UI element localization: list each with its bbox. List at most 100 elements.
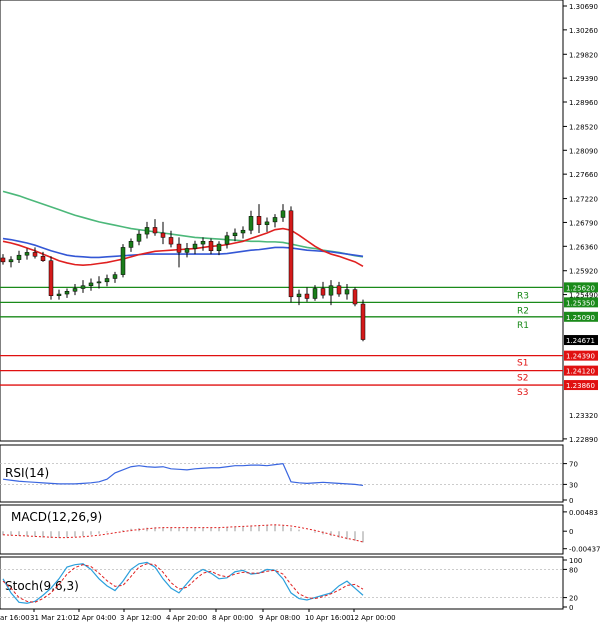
- candle-body: [312, 288, 318, 299]
- level-name-r1: R1: [517, 321, 529, 331]
- macd-title: MACD(12,26,9): [11, 510, 102, 524]
- time-tick-label: 2 Apr 04:00: [75, 614, 116, 622]
- macd-tick-label: -0.004377: [569, 546, 600, 554]
- candle-body: [48, 260, 54, 296]
- candle-body: [328, 285, 334, 296]
- candle-body: [120, 247, 126, 275]
- candle-body: [40, 256, 46, 261]
- candle-body: [232, 232, 238, 237]
- candle-body: [160, 232, 166, 238]
- candle-body: [144, 227, 150, 235]
- time-tick-label: 3 Apr 12:00: [120, 614, 161, 622]
- macd-tick-label: 0: [569, 528, 573, 536]
- candle-body: [192, 243, 198, 249]
- chart-window: 1.30690 1.30260 1.29820 1.29390 1.28960 1.285…: [0, 0, 600, 622]
- rsi-title: RSI(14): [5, 466, 49, 480]
- candle-body: [224, 235, 230, 245]
- candle-body: [24, 252, 30, 256]
- candle-body: [272, 217, 278, 223]
- candle-body: [184, 248, 190, 253]
- price-tick-label: 1.30260: [569, 27, 598, 35]
- level-name-r3: R3: [517, 291, 529, 301]
- price-axis: 1.30690 1.30260 1.29820 1.29390 1.28960 1.285…: [563, 3, 598, 444]
- level-price-label: 1.24390: [566, 353, 595, 361]
- time-tick-label: 31 Mar 21:01: [30, 614, 77, 622]
- level-name-s3: S3: [517, 388, 528, 398]
- price-tick-label: 1.26790: [569, 219, 598, 227]
- price-tick-label: 1.27220: [569, 196, 598, 204]
- candle-body: [80, 285, 86, 289]
- level-name-s2: S2: [517, 374, 528, 384]
- candle-body: [248, 216, 254, 231]
- time-tick-label: 4 Apr 20:00: [166, 614, 207, 622]
- time-axis: Mar 16:0031 Mar 21:012 Apr 04:00 3 Apr 12…: [0, 609, 396, 622]
- candle-body: [168, 237, 174, 245]
- price-plot-area: [0, 0, 564, 442]
- candle-body: [128, 241, 134, 248]
- price-tick-label: 1.30690: [569, 3, 598, 11]
- level-price-label: 1.25620: [566, 284, 595, 292]
- price-tick-label: 1.23320: [569, 412, 598, 420]
- macd-tick-label: 0.00483: [569, 509, 598, 517]
- price-tick-label: 1.29820: [569, 51, 598, 59]
- candle-body: [8, 259, 14, 263]
- level-price-label: 1.23860: [566, 382, 595, 390]
- price-tick-label: 1.25920: [569, 268, 598, 276]
- level-name-s1: S1: [517, 359, 528, 369]
- candle-body: [64, 291, 70, 295]
- candle-body: [176, 243, 182, 253]
- time-tick-label: Mar 16:00: [0, 614, 30, 622]
- price-tick-label: 1.28520: [569, 123, 598, 131]
- rsi-tick-label: 30: [569, 481, 578, 489]
- candle-body: [88, 282, 94, 286]
- price-tick-label: 1.27660: [569, 171, 598, 179]
- level-price-label: 1.25090: [566, 314, 595, 322]
- price-tick-label: 1.28090: [569, 147, 598, 155]
- candle-body: [0, 257, 6, 263]
- candle-body: [152, 227, 158, 234]
- rsi-tick-label: 0: [569, 497, 573, 505]
- candle-body: [72, 288, 78, 292]
- candle-body: [336, 285, 342, 295]
- candle-body: [216, 243, 222, 251]
- candle-body: [264, 221, 270, 225]
- candle-body: [304, 293, 310, 299]
- stoch-tick-label: 0: [569, 604, 573, 612]
- price-tick-label: 1.22890: [569, 436, 598, 444]
- price-tick-label: 1.28960: [569, 99, 598, 107]
- macd-panel: MACD(12,26,9) 0.00483 0 -0.004377: [0, 504, 600, 555]
- price-axis-labels: 1.25620 1.25350 1.25090 1.24390 1.24120 1.238…: [564, 282, 598, 391]
- stoch-panel: Stoch(9,6,3) 10080 200: [0, 556, 582, 612]
- level-name-r2: R2: [517, 306, 529, 316]
- stoch-tick-label: 100: [569, 557, 582, 565]
- time-tick-label: 9 Apr 08:00: [259, 614, 300, 622]
- candle-body: [344, 289, 350, 295]
- candle-body: [280, 210, 286, 218]
- candle-body: [112, 274, 118, 279]
- price-tick-label: 1.29390: [569, 75, 598, 83]
- candle-body: [104, 278, 110, 283]
- level-price-label: 1.24120: [566, 368, 595, 376]
- time-tick-label: 12 Apr 00:00: [350, 614, 396, 622]
- time-tick-label: 8 Apr 00:00: [212, 614, 253, 622]
- rsi-plot-area: [0, 444, 564, 503]
- candle-body: [296, 293, 302, 298]
- time-tick-label: 10 Apr 16:00: [305, 614, 351, 622]
- candle-body: [32, 252, 38, 257]
- last-price-label: 1.24671: [566, 337, 595, 345]
- candle-body: [56, 293, 62, 296]
- candle-body: [288, 210, 294, 298]
- candle-body: [96, 281, 102, 284]
- candle-body: [200, 241, 206, 245]
- rsi-panel: RSI(14) 70 30 0: [0, 444, 578, 505]
- candle-body: [208, 241, 214, 251]
- candle-body: [136, 233, 142, 242]
- candle-body: [256, 216, 262, 225]
- price-panel: 1.30690 1.30260 1.29820 1.29390 1.28960 1.285…: [0, 0, 598, 444]
- candle-body: [240, 229, 246, 234]
- level-price-label: 1.25350: [566, 299, 595, 307]
- stoch-tick-label: 20: [569, 595, 578, 603]
- candle-body: [320, 288, 326, 296]
- stoch-title: Stoch(9,6,3): [5, 579, 79, 593]
- rsi-tick-label: 70: [569, 461, 578, 469]
